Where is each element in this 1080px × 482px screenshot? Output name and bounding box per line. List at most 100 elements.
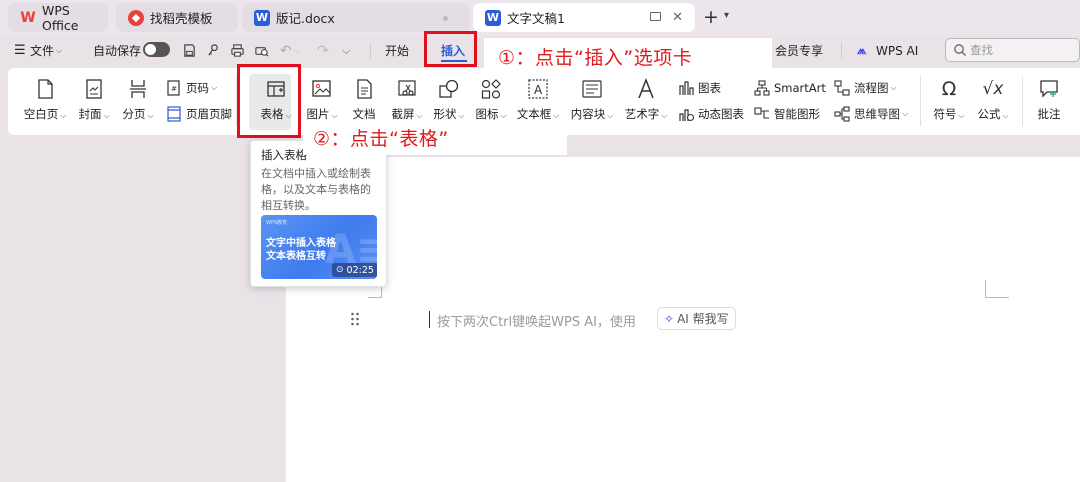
blank-page-label: 空白页 [23, 107, 59, 121]
wps-ai-logo-icon: ⩕ [857, 43, 867, 57]
member-exclusive[interactable]: 会员专享 [775, 36, 823, 65]
print-icon[interactable] [230, 43, 245, 58]
tab-home[interactable]: 开始 [385, 36, 409, 65]
undo-icon[interactable]: ↶ [280, 36, 292, 65]
smartart-label: SmartArt [774, 81, 826, 95]
page-break-button[interactable]: 分页 ⌵ [118, 78, 158, 122]
sparkle-icon: ✧ [664, 311, 675, 326]
chevron-down-icon: ⌵ [607, 111, 614, 120]
formula-button[interactable]: √x 公式 ⌵ [972, 78, 1014, 122]
chevron-down-icon[interactable]: ⌵ [294, 36, 301, 65]
document-hint-text: 按下两次Ctrl键唤起WPS AI，使用 [437, 315, 636, 330]
tab-banji-docx[interactable]: W 版记.docx [242, 3, 470, 32]
page-break-label: 分页 [122, 107, 146, 121]
table-label: 表格 [260, 107, 284, 121]
comment-add-icon [1038, 78, 1060, 100]
chevron-down-icon: ⌵ [458, 111, 465, 120]
blank-page-button[interactable]: 空白页 ⌵ [22, 78, 68, 122]
tooltip-title: 插入表格 [261, 148, 307, 162]
tab-docer-templates[interactable]: ◆ 找稻壳模板 [116, 3, 238, 32]
dynamic-chart-icon [678, 106, 694, 122]
tab-label: 找稻壳模板 [150, 11, 213, 26]
cover-page-icon [83, 78, 105, 100]
save-icon[interactable] [182, 43, 197, 58]
tab-document1[interactable]: W 文字文稿1 ✕ [473, 3, 695, 32]
smart-graphic-button[interactable]: 智能图形 [754, 104, 820, 124]
video-title-line2: 文本表格互转 [266, 251, 326, 262]
omega-symbol-icon: Ω [941, 78, 957, 100]
cover-button[interactable]: 封面 ⌵ [74, 78, 114, 122]
header-footer-label: 页眉页脚 [186, 107, 232, 121]
content-block-button[interactable]: 内容块 ⌵ [566, 78, 618, 122]
flowchart-button[interactable]: 流程图 ⌵ [834, 78, 897, 98]
tutorial-video-thumbnail[interactable]: WPS教育 A≡ 文字中插入表格 文本表格互转 ⊙ 02:25 [261, 215, 377, 279]
ribbon-divider [920, 76, 921, 126]
chevron-down-icon[interactable]: ▾ [724, 10, 729, 21]
mindmap-icon [834, 106, 850, 122]
content-block-icon [581, 78, 603, 100]
chevron-down-icon: ⌵ [1002, 111, 1009, 120]
chevron-down-icon: ⌵ [958, 111, 965, 120]
wordart-button[interactable]: 艺术字 ⌵ [620, 78, 672, 122]
wps-logo-icon: W [20, 9, 36, 26]
highlight-box-insert-tab [424, 31, 477, 67]
table-icon [265, 78, 287, 100]
ribbon-divider [1022, 76, 1023, 126]
more-chevron-icon[interactable]: ⌵ [342, 36, 350, 65]
textbox-button[interactable]: A 文本框 ⌵ [513, 78, 563, 122]
video-duration: 02:25 [346, 264, 374, 276]
new-tab-plus-icon[interactable]: + [703, 7, 719, 27]
icons-label: 图标 [475, 107, 499, 121]
shape-button[interactable]: 形状 ⌵ [428, 78, 470, 122]
hamburger-menu-icon[interactable]: ☰ [14, 36, 26, 65]
screenshot-button[interactable]: 截屏 ⌵ [386, 78, 428, 122]
symbol-button[interactable]: Ω 符号 ⌵ [928, 78, 970, 122]
tab-wps-office[interactable]: W WPS Office [8, 3, 108, 33]
flowchart-label: 流程图 [854, 81, 889, 95]
file-menu[interactable]: 文件 ⌵ [30, 36, 62, 65]
page-number-label: 页码 [186, 81, 209, 95]
word-doc-icon: W [485, 9, 501, 26]
mindmap-button[interactable]: 思维导图 ⌵ [834, 104, 908, 124]
textbox-label: 文本框 [516, 107, 552, 121]
chevron-down-icon: ⌵ [285, 111, 292, 120]
shapes-icon [438, 78, 460, 100]
table-tooltip: 插入表格 在文档中插入或绘制表格，以及文本与表格的相互转换。 WPS教育 A≡ … [250, 140, 387, 287]
icons-button[interactable]: 图标 ⌵ [470, 78, 512, 122]
icons-library-icon [480, 78, 502, 100]
tooltip-description: 在文档中插入或绘制表格，以及文本与表格的相互转换。 [261, 167, 371, 212]
flowchart-icon [834, 80, 850, 96]
svg-text:#: # [171, 85, 177, 93]
restore-window-icon[interactable] [650, 12, 661, 21]
picture-button[interactable]: 图片 ⌵ [302, 78, 342, 122]
chevron-down-icon: ⌵ [416, 111, 423, 120]
chevron-down-icon: ⌵ [60, 111, 67, 120]
comment-label: 批注 [1037, 107, 1061, 121]
ai-write-button[interactable]: ✧ AI 帮我写 [657, 307, 736, 330]
comment-button[interactable]: 批注 [1030, 78, 1068, 122]
header-footer-button[interactable]: 页眉页脚 [166, 104, 232, 124]
wps-ai-button[interactable]: WPS AI [876, 36, 918, 65]
formula-sqrt-icon: √x [982, 79, 1004, 99]
chevron-down-icon: ⌵ [500, 111, 507, 120]
print-preview-icon[interactable] [254, 43, 269, 58]
close-icon[interactable]: ✕ [672, 10, 683, 25]
table-button[interactable]: 表格 ⌵ [256, 78, 296, 122]
autosave-toggle[interactable] [143, 42, 170, 57]
symbol-label: 符号 [933, 107, 957, 121]
document-button[interactable]: 文档 [344, 78, 384, 122]
smartart-button[interactable]: SmartArt [754, 78, 826, 98]
page-number-button[interactable]: # 页码 ⌵ [166, 78, 217, 98]
search-icon [953, 43, 967, 57]
paragraph-drag-handle-icon[interactable] [350, 312, 360, 326]
smart-graphic-icon [754, 106, 770, 122]
chevron-down-icon: ⌵ [331, 111, 338, 120]
smart-graphic-label: 智能图形 [774, 107, 820, 121]
key-icon[interactable] [206, 43, 221, 58]
chart-button[interactable]: 图表 [678, 78, 721, 98]
dynamic-chart-button[interactable]: 动态图表 [678, 104, 744, 124]
chevron-down-icon: ⌵ [890, 83, 897, 92]
mindmap-label: 思维导图 [854, 107, 900, 121]
redo-icon[interactable]: ↷ [317, 36, 329, 65]
scissors-icon [396, 78, 418, 100]
